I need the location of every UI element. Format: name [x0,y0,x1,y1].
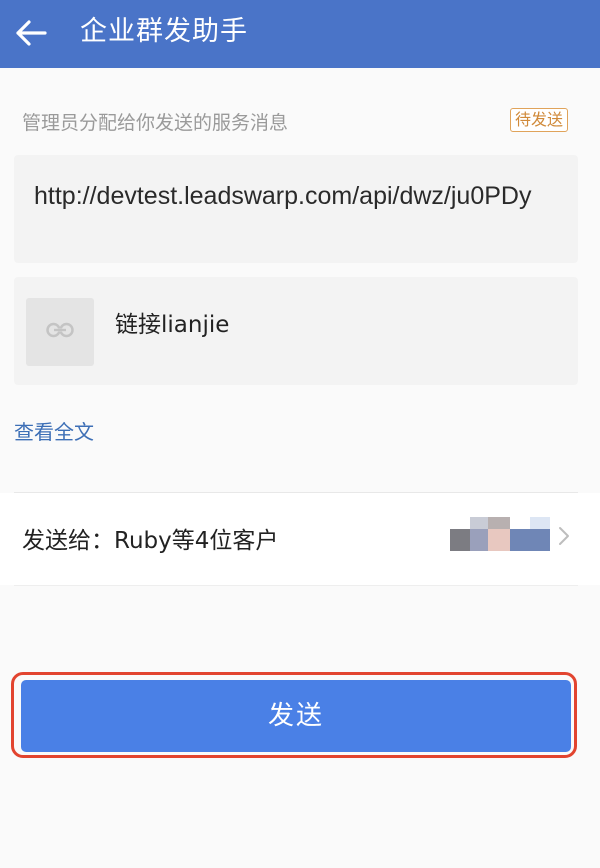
link-title: 链接lianjie [115,312,230,338]
chevron-right-icon [556,525,572,547]
page-title: 企业群发助手 [80,16,248,47]
avatar [450,529,470,551]
link-thumbnail [26,298,94,366]
avatar [470,529,488,551]
view-full-text-link[interactable]: 查看全文 [14,416,94,445]
divider [14,585,578,586]
recipient-label: 发送给：Ruby等4位客户 [22,528,279,554]
url-text[interactable]: http://devtest.leadswarp.com/api/dwz/ju0… [34,179,554,213]
avatar [488,529,510,551]
link-icon [46,322,74,342]
recipient-row[interactable]: 发送给：Ruby等4位客户 [0,493,600,585]
send-button[interactable]: 发送 [21,680,571,752]
back-arrow-icon[interactable] [14,16,48,50]
avatar [510,529,550,551]
url-message-card: http://devtest.leadswarp.com/api/dwz/ju0… [14,155,578,263]
avatar [530,517,550,529]
link-message-card[interactable]: 链接lianjie [14,277,578,385]
app-header: 企业群发助手 [0,0,600,68]
recipient-avatars [450,517,550,551]
message-source-label: 管理员分配给你发送的服务消息 [22,112,289,134]
status-badge: 待发送 [510,108,569,132]
